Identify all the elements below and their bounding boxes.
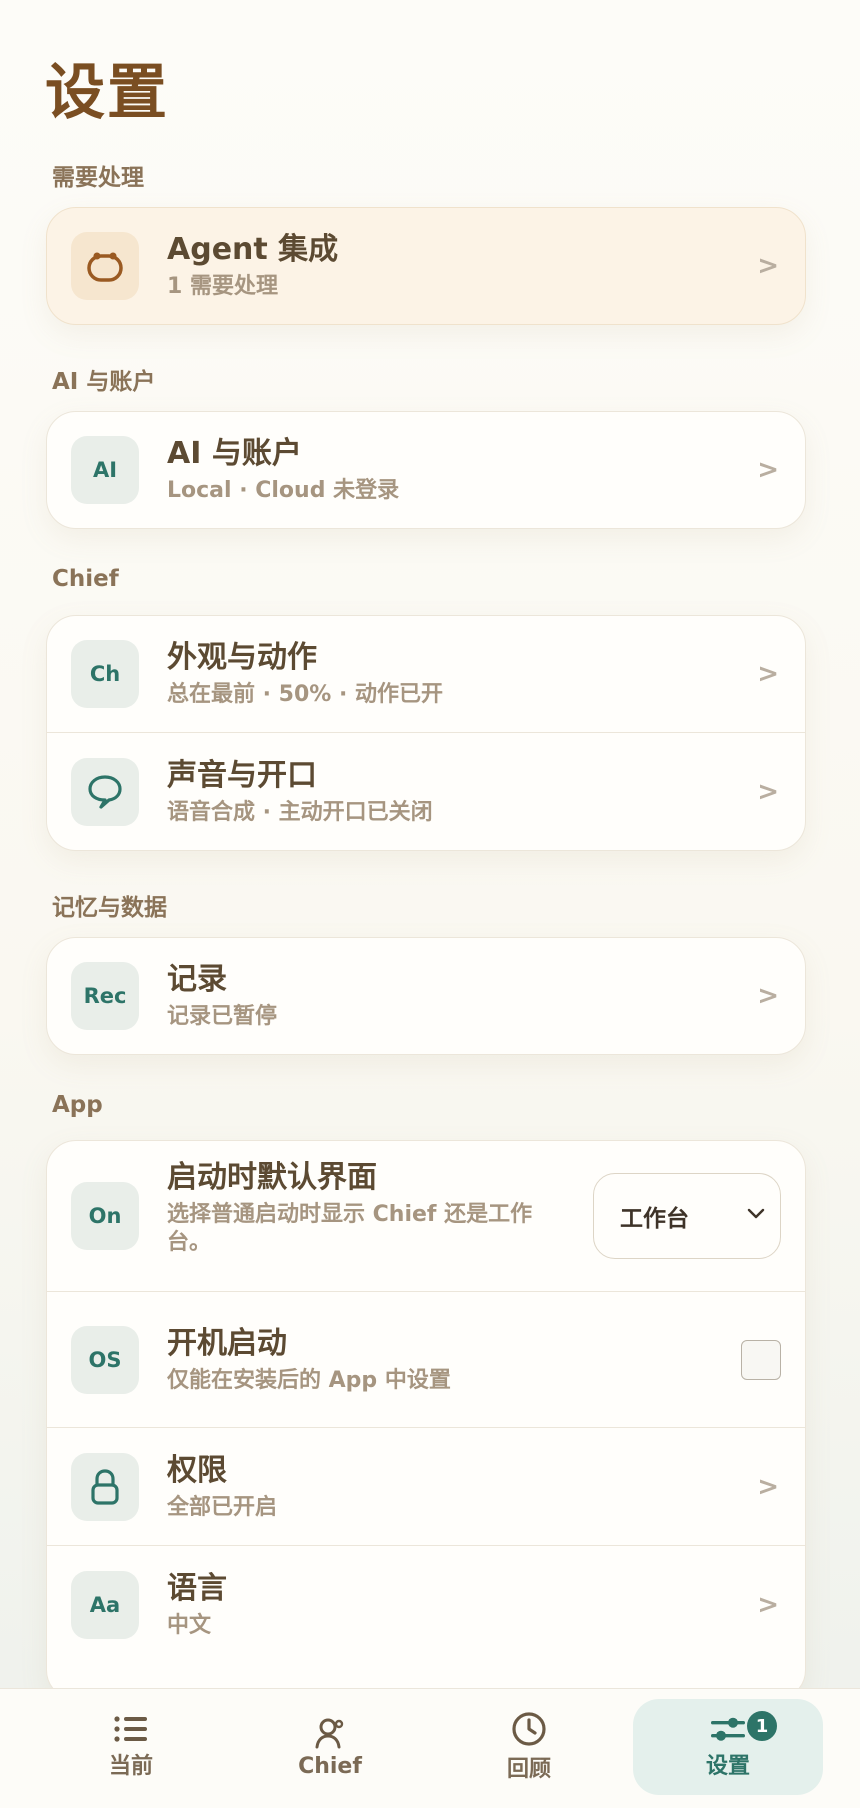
section-label-attention: 需要处理: [52, 165, 144, 191]
card-memory: Rec 记录 记录已暂停 >: [46, 937, 806, 1055]
tab-label: 设置: [705, 1754, 750, 1779]
tab-settings[interactable]: 设置 1: [633, 1699, 823, 1795]
row-subtitle: 1 需要处理: [167, 274, 278, 299]
tab-chief[interactable]: Chief: [235, 1699, 425, 1795]
row-title: 语言: [167, 1571, 227, 1606]
row-title: Agent 集成: [167, 232, 339, 267]
row-title: 启动时默认界面: [167, 1160, 377, 1195]
row-appearance[interactable]: Ch 外观与动作 总在最前 · 50% · 动作已开 >: [47, 616, 805, 733]
row-voice[interactable]: 声音与开口 语音合成 · 主动开口已关闭 >: [47, 733, 805, 850]
select-value: 工作台: [620, 1206, 689, 1232]
chevron-right-icon: >: [757, 251, 779, 281]
lock-icon: [71, 1453, 139, 1521]
tab-label: 当前: [108, 1754, 153, 1779]
agent-icon: [71, 232, 139, 300]
row-agent-integration[interactable]: Agent 集成 1 需要处理 >: [47, 208, 805, 324]
row-title: 权限: [167, 1453, 227, 1488]
startup-view-select[interactable]: 工作台: [593, 1173, 781, 1259]
card-app: On 启动时默认界面 选择普通启动时显示 Chief 还是工作台。 工作台 OS…: [46, 1140, 806, 1688]
row-subtitle: 语音合成 · 主动开口已关闭: [167, 800, 433, 825]
chief-icon: Ch: [71, 640, 139, 708]
row-subtitle: 全部已开启: [167, 1495, 278, 1520]
page-title: 设置: [45, 58, 169, 128]
settings-page: 设置 需要处理 Agent 集成 1 需要处理 > AI 与账户 AI AI 与…: [0, 0, 860, 1688]
startup-icon: On: [71, 1182, 139, 1250]
card-attention: Agent 集成 1 需要处理 >: [46, 207, 806, 325]
chevron-down-icon: [747, 1208, 765, 1219]
row-title: 开机启动: [167, 1326, 287, 1361]
sliders-icon: [711, 1717, 745, 1741]
launch-at-login-checkbox[interactable]: [741, 1340, 781, 1380]
os-icon: OS: [71, 1326, 139, 1394]
section-label-chief: Chief: [52, 566, 119, 592]
row-subtitle: 记录已暂停: [167, 1004, 278, 1029]
section-label-app: App: [52, 1092, 103, 1118]
tab-label: 回顾: [506, 1757, 551, 1782]
row-startup-view: On 启动时默认界面 选择普通启动时显示 Chief 还是工作台。 工作台: [47, 1141, 805, 1292]
list-icon: [114, 1716, 147, 1742]
chevron-right-icon: >: [757, 455, 779, 485]
row-title: 外观与动作: [167, 640, 317, 675]
row-subtitle: 总在最前 · 50% · 动作已开: [167, 682, 444, 707]
person-icon: [315, 1718, 344, 1748]
chevron-right-icon: >: [757, 1472, 779, 1502]
tab-review[interactable]: 回顾: [434, 1699, 624, 1795]
row-language[interactable]: Aa 语言 中文 >: [47, 1546, 805, 1664]
chevron-right-icon: >: [757, 777, 779, 807]
clock-icon: [512, 1712, 546, 1746]
notification-badge: 1: [745, 1709, 779, 1743]
row-subtitle: Local · Cloud 未登录: [167, 478, 400, 503]
row-title: AI 与账户: [167, 436, 302, 471]
tab-label: Chief: [298, 1753, 362, 1779]
ai-icon: AI: [71, 436, 139, 504]
card-chief: Ch 外观与动作 总在最前 · 50% · 动作已开 > 声音与开口 语音合成 …: [46, 615, 806, 851]
card-ai: AI AI 与账户 Local · Cloud 未登录 >: [46, 411, 806, 529]
row-subtitle: 仅能在安装后的 App 中设置: [167, 1368, 451, 1393]
section-label-memory: 记忆与数据: [52, 895, 167, 921]
chevron-right-icon: >: [757, 1590, 779, 1620]
row-subtitle: 选择普通启动时显示 Chief 还是工作台。: [167, 1202, 533, 1255]
record-icon: Rec: [71, 962, 139, 1030]
row-title: 声音与开口: [167, 758, 317, 793]
row-launch-at-login: OS 开机启动 仅能在安装后的 App 中设置: [47, 1292, 805, 1428]
chevron-right-icon: >: [757, 659, 779, 689]
speech-bubble-icon: [71, 758, 139, 826]
row-ai-account[interactable]: AI AI 与账户 Local · Cloud 未登录 >: [47, 412, 805, 528]
row-records[interactable]: Rec 记录 记录已暂停 >: [47, 938, 805, 1054]
tab-current[interactable]: 当前: [36, 1699, 226, 1795]
row-title: 记录: [167, 962, 227, 997]
language-icon: Aa: [71, 1571, 139, 1639]
bottom-tab-bar: 当前 Chief 回顾 设置 1: [0, 1688, 860, 1808]
section-label-ai: AI 与账户: [52, 369, 156, 395]
row-subtitle: 中文: [167, 1613, 212, 1638]
row-permissions[interactable]: 权限 全部已开启 >: [47, 1428, 805, 1546]
chevron-right-icon: >: [757, 981, 779, 1011]
